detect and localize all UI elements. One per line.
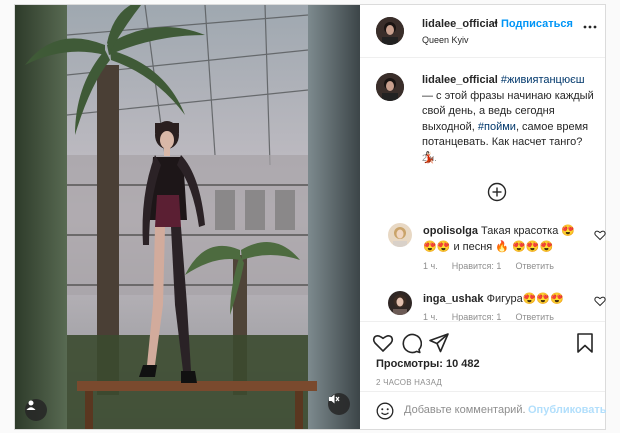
comment-username[interactable]: inga_ushak [423, 293, 484, 305]
bookmark-icon[interactable] [574, 332, 596, 354]
video-frame [15, 5, 360, 429]
comment-meta: 1 ч. Нравится: 1 Ответить [423, 261, 568, 271]
share-icon[interactable] [428, 332, 450, 354]
user-icon [26, 400, 36, 410]
comment-text: inga_ushak Фигура😍😍😍 [423, 291, 583, 307]
avatar[interactable] [388, 291, 412, 315]
avatar-image [388, 291, 412, 315]
comment-text: opolisolga Такая красотка 😍😍😍 и песня 🔥 … [423, 223, 583, 255]
page-background: lidalee_official • Подписаться Queen Kyi… [0, 0, 620, 433]
post-sidebar: lidalee_official • Подписаться Queen Kyi… [360, 5, 607, 430]
avatar-image [388, 223, 412, 247]
follow-button[interactable]: Подписаться [501, 18, 573, 30]
author-username[interactable]: lidalee_official [422, 18, 498, 30]
hashtag-link[interactable]: #пойми [478, 121, 516, 133]
plus-circle-icon[interactable] [487, 182, 507, 202]
action-bar: Просмотры: 10 482 2 часов назад [360, 321, 605, 392]
mute-icon [329, 394, 340, 404]
comment-time[interactable]: 1 ч. [423, 261, 438, 271]
reply-button[interactable]: Ответить [515, 261, 553, 271]
post-date[interactable]: 2 часов назад [376, 378, 442, 387]
avatar[interactable] [376, 17, 404, 45]
heart-icon[interactable] [594, 229, 606, 241]
post-video[interactable] [15, 5, 360, 429]
tagged-user-button[interactable] [25, 399, 47, 421]
more-icon[interactable] [582, 19, 598, 35]
avatar-image [376, 73, 404, 101]
caption-avatar[interactable] [376, 73, 404, 101]
avatar[interactable] [388, 223, 412, 247]
heart-icon[interactable] [594, 295, 606, 307]
comment-input[interactable] [404, 400, 526, 420]
comment-body: Фигура😍😍😍 [483, 293, 564, 305]
post-header: lidalee_official • Подписаться Queen Kyi… [360, 5, 605, 58]
views-count[interactable]: Просмотры: 10 482 [376, 358, 480, 370]
caption-username[interactable]: lidalee_official [422, 74, 498, 86]
comment-username[interactable]: opolisolga [423, 225, 478, 237]
comment-icon[interactable] [400, 332, 422, 354]
comment-likes[interactable]: Нравится: 1 [452, 261, 502, 271]
separator-dot: • [494, 17, 498, 29]
emoji-icon[interactable] [376, 402, 394, 420]
caption-timestamp[interactable]: 2 ч. [422, 153, 437, 163]
location-link[interactable]: Queen Kyiv [422, 35, 469, 45]
heart-icon[interactable] [372, 332, 394, 354]
hashtag-link[interactable]: #живиятанцюєш [501, 74, 585, 86]
avatar-image [376, 17, 404, 45]
add-comment-bar: Опубликовать [360, 391, 607, 430]
post-caption: lidalee_official #живиятанцюєш — с этой … [422, 73, 594, 166]
mute-button[interactable] [328, 393, 350, 415]
post-modal: lidalee_official • Подписаться Queen Kyi… [14, 4, 607, 430]
publish-button[interactable]: Опубликовать [528, 404, 607, 416]
